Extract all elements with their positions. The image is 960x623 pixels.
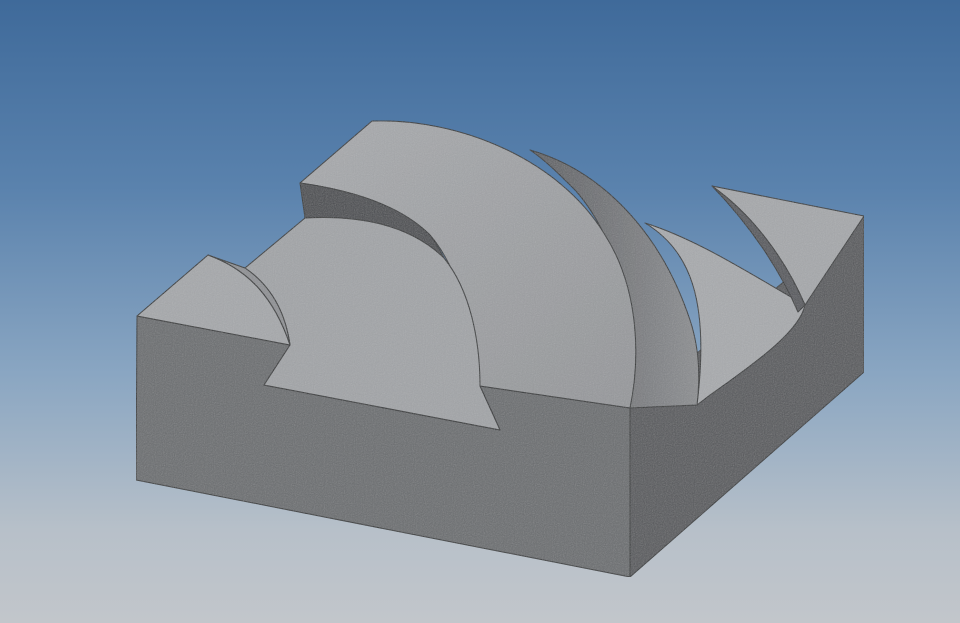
- 3d-viewport[interactable]: [0, 0, 960, 623]
- cad-model[interactable]: [0, 0, 960, 623]
